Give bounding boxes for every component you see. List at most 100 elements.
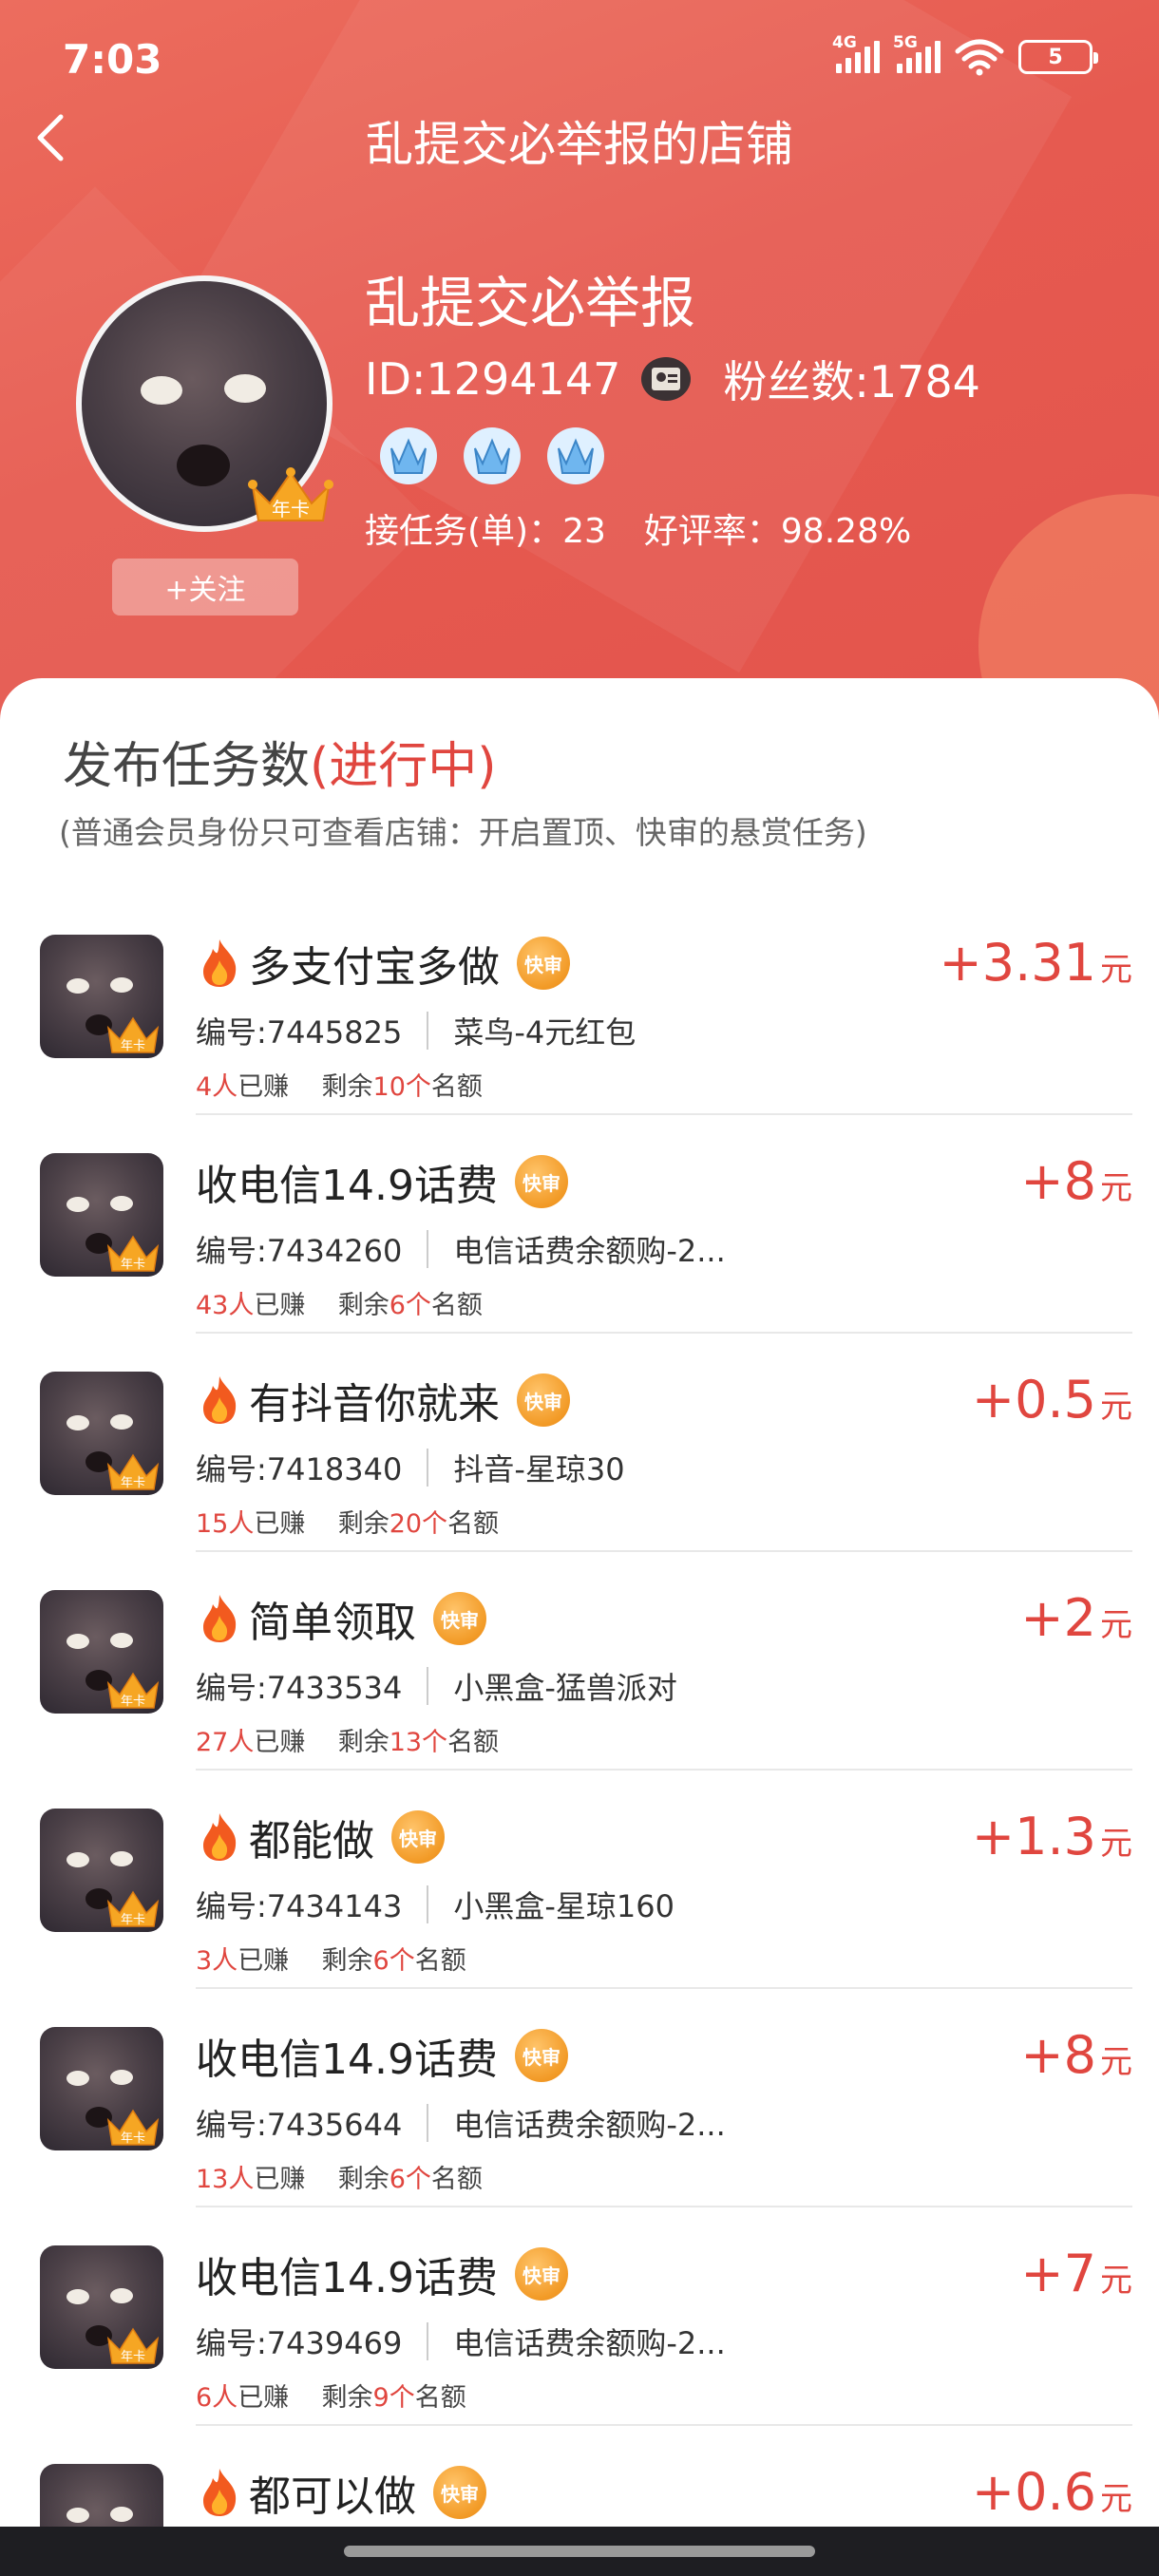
battery-icon: 5 bbox=[1018, 40, 1098, 74]
level-crown-icon bbox=[380, 427, 437, 484]
task-title: 都能做 bbox=[249, 1817, 374, 1866]
remaining-label: 剩余 bbox=[337, 1291, 390, 1320]
reward-amount: +2 bbox=[1020, 1588, 1096, 1648]
task-reward: +2 元 bbox=[1020, 1588, 1132, 1648]
avatar-detail bbox=[141, 376, 182, 405]
quota-label: 名额 bbox=[430, 1072, 483, 1102]
task-info-row: 编号:7434143 小黑盒-星琼160 bbox=[196, 1883, 674, 1926]
task-title: 收电信14.9话费 bbox=[196, 2036, 498, 2084]
follow-button[interactable]: +关注 bbox=[112, 559, 298, 616]
task-title-row: 有抖音你就来 快审 bbox=[196, 1370, 570, 1430]
reward-amount: +0.6 bbox=[971, 2462, 1096, 2522]
status-icons: 4G 5G 5 bbox=[832, 33, 1098, 76]
task-number: 编号:7434260 bbox=[196, 1233, 403, 1269]
earned-count: 15人 bbox=[196, 1509, 255, 1539]
remaining-count: 6个 bbox=[389, 1291, 431, 1320]
crown-icon: 年卡 bbox=[106, 1672, 160, 1709]
task-info-row: 编号:7418340 抖音-星琼30 bbox=[196, 1446, 625, 1489]
task-earn-row: 13人已赚 剩余6个名额 bbox=[196, 2158, 483, 2195]
task-earn-row: 3人已赚 剩余6个名额 bbox=[196, 1940, 466, 1977]
task-title: 简单领取 bbox=[249, 1599, 416, 1647]
crown-label: 年卡 bbox=[272, 498, 310, 521]
fast-review-badge: 快审 bbox=[433, 1592, 486, 1645]
task-reward: +1.3 元 bbox=[972, 1807, 1132, 1866]
task-avatar: 年卡 bbox=[40, 935, 163, 1058]
section-note: (普通会员身份只可查看店铺：开启置顶、快审的悬赏任务) bbox=[59, 814, 867, 851]
crown-label: 年卡 bbox=[121, 1913, 145, 1927]
task-description: 小黑盒-星琼160 bbox=[453, 1888, 674, 1924]
avatar-detail bbox=[66, 1415, 89, 1430]
task-number: 编号:7435644 bbox=[196, 2107, 403, 2143]
task-reward: +0.6 元 bbox=[972, 2462, 1132, 2522]
network-type-label: 5G bbox=[893, 33, 918, 52]
cellular-signal-icon: 4G bbox=[832, 33, 880, 73]
reward-unit: 元 bbox=[1100, 1606, 1132, 1644]
avatar-detail bbox=[110, 2288, 133, 2303]
fire-icon bbox=[203, 939, 237, 987]
task-earn-row: 4人已赚 剩余10个名额 bbox=[196, 1066, 483, 1103]
avatar-detail bbox=[110, 2507, 133, 2522]
task-item[interactable]: 年卡 多支付宝多做 快审 编号:7445825 菜鸟-4元红包 4人已赚 剩余1… bbox=[0, 897, 1159, 1115]
task-description: 电信话费余额购-2... bbox=[453, 2107, 726, 2143]
task-avatar: 年卡 bbox=[40, 2245, 163, 2369]
battery-level: 5 bbox=[1048, 45, 1063, 69]
earned-label: 已赚 bbox=[238, 2383, 290, 2413]
avatar-detail bbox=[110, 1414, 133, 1430]
remaining-count: 13个 bbox=[389, 1728, 448, 1757]
earned-count: 13人 bbox=[196, 2165, 255, 2194]
home-indicator[interactable] bbox=[344, 2546, 815, 2557]
earned-label: 已赚 bbox=[254, 2165, 306, 2194]
task-description: 电信话费余额购-2... bbox=[453, 2325, 726, 2361]
reward-amount: +7 bbox=[1020, 2244, 1096, 2303]
good-rating: 好评率：98.28% bbox=[643, 512, 912, 551]
task-item[interactable]: 年卡 简单领取 快审 编号:7433534 小黑盒-猛兽派对 27人已赚 剩余1… bbox=[0, 1552, 1159, 1771]
crown-icon: 年卡 bbox=[106, 2327, 160, 2364]
task-title-row: 都能做 快审 bbox=[196, 1807, 445, 1867]
reward-unit: 元 bbox=[1100, 2480, 1132, 2518]
task-item[interactable]: 年卡 收电信14.9话费 快审 编号:7435644 电信话费余额购-2... … bbox=[0, 1989, 1159, 2207]
status-time: 7:03 bbox=[63, 36, 162, 83]
quota-label: 名额 bbox=[447, 1728, 500, 1757]
system-nav-bar bbox=[0, 2527, 1159, 2576]
task-section: 发布任务数(进行中) (普通会员身份只可查看店铺：开启置顶、快审的悬赏任务) 年… bbox=[0, 678, 1159, 2576]
fans-count: 粉丝数:1784 bbox=[723, 356, 980, 407]
task-description: 抖音-星琼30 bbox=[453, 1451, 625, 1487]
task-item[interactable]: 年卡 有抖音你就来 快审 编号:7418340 抖音-星琼30 15人已赚 剩余… bbox=[0, 1334, 1159, 1552]
fast-review-badge: 快审 bbox=[514, 2029, 568, 2082]
task-number: 编号:7434143 bbox=[196, 1888, 403, 1924]
fast-review-badge: 快审 bbox=[433, 2466, 486, 2519]
remaining-label: 剩余 bbox=[337, 2165, 390, 2194]
section-title: 发布任务数(进行中) bbox=[63, 726, 497, 797]
remaining-count: 10个 bbox=[372, 1072, 431, 1102]
divider bbox=[427, 1230, 429, 1268]
task-title-row: 收电信14.9话费 快审 bbox=[196, 2025, 568, 2086]
avatar-detail bbox=[110, 1196, 133, 1211]
avatar-detail bbox=[66, 1634, 89, 1649]
avatar-detail bbox=[66, 1852, 89, 1867]
task-earn-row: 43人已赚 剩余6个名额 bbox=[196, 1284, 483, 1321]
crown-icon: 年卡 bbox=[248, 467, 333, 521]
task-avatar: 年卡 bbox=[40, 1590, 163, 1714]
task-info-row: 编号:7445825 菜鸟-4元红包 bbox=[196, 1009, 636, 1052]
task-reward: +8 元 bbox=[1020, 2025, 1132, 2085]
fast-review-badge: 快审 bbox=[517, 1373, 570, 1427]
task-item[interactable]: 年卡 都能做 快审 编号:7434143 小黑盒-星琼160 3人已赚 剩余6个… bbox=[0, 1771, 1159, 1989]
task-info-row: 编号:7434260 电信话费余额购-2... bbox=[196, 1227, 726, 1271]
shop-id: ID:1294147 bbox=[365, 353, 621, 405]
task-description: 菜鸟-4元红包 bbox=[453, 1014, 636, 1051]
avatar-detail bbox=[66, 978, 89, 994]
avatar-detail bbox=[110, 1633, 133, 1648]
quota-label: 名额 bbox=[414, 1946, 466, 1976]
level-crown-icon bbox=[464, 427, 521, 484]
fire-icon bbox=[203, 1595, 237, 1642]
avatar-detail bbox=[110, 977, 133, 993]
quota-label: 名额 bbox=[447, 1509, 500, 1539]
reward-amount: +3.31 bbox=[939, 933, 1096, 993]
task-item[interactable]: 年卡 收电信14.9话费 快审 编号:7434260 电信话费余额购-2... … bbox=[0, 1115, 1159, 1334]
fire-icon bbox=[203, 1813, 237, 1861]
task-item[interactable]: 年卡 收电信14.9话费 快审 编号:7439469 电信话费余额购-2... … bbox=[0, 2207, 1159, 2426]
section-title-text: 发布任务数 bbox=[63, 738, 311, 795]
task-reward: +0.5 元 bbox=[972, 1370, 1132, 1430]
quota-label: 名额 bbox=[414, 2383, 466, 2413]
crown-label: 年卡 bbox=[121, 2350, 145, 2364]
